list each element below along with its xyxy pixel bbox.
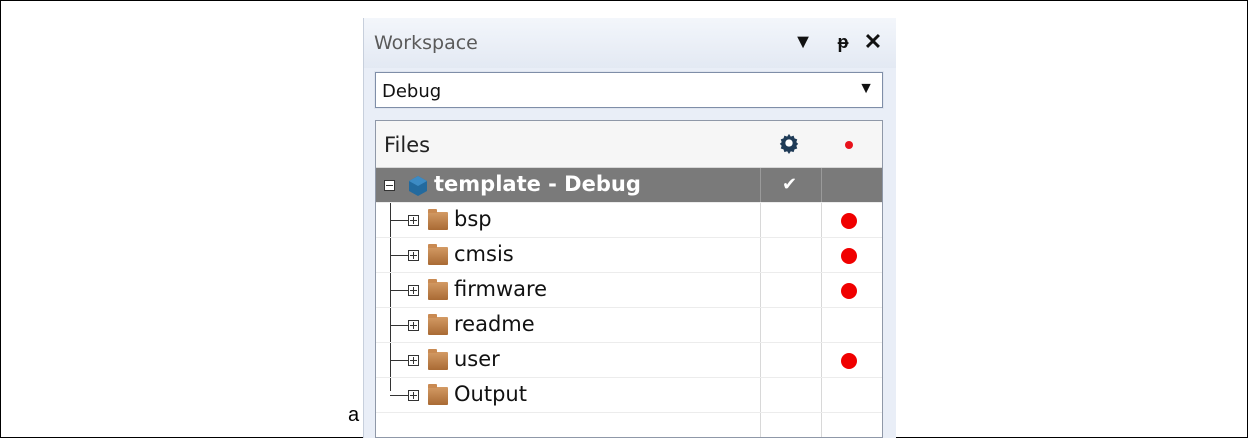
- files-header: Files: [376, 121, 882, 168]
- red-dot-icon[interactable]: [841, 248, 857, 264]
- red-dot-icon[interactable]: [845, 141, 853, 149]
- tree-item-cmsis[interactable]: cmsis: [376, 238, 882, 273]
- tree-line: [390, 290, 408, 291]
- gear-icon[interactable]: [778, 132, 800, 154]
- folder-icon: [428, 279, 448, 300]
- panel-menu-button[interactable]: ▼: [790, 28, 816, 56]
- expand-icon[interactable]: [408, 390, 419, 401]
- tree-item-readme[interactable]: readme: [376, 308, 882, 343]
- project-label: template - Debug: [434, 172, 641, 196]
- tree-item-label: firmware: [454, 277, 548, 301]
- dropdown-arrow-icon[interactable]: ▼: [858, 80, 874, 98]
- folder-icon: [428, 349, 448, 370]
- folder-icon: [428, 314, 448, 335]
- caption-label: a: [348, 404, 360, 426]
- tree-line: [390, 360, 408, 361]
- tree-item-output[interactable]: Output: [376, 378, 882, 413]
- tree-item-label: bsp: [454, 207, 492, 231]
- check-icon[interactable]: ✔: [782, 174, 797, 195]
- close-icon[interactable]: ✕: [860, 28, 886, 56]
- red-dot-icon[interactable]: [841, 213, 857, 229]
- tree-item-label: cmsis: [454, 242, 514, 266]
- expand-icon[interactable]: [408, 215, 419, 226]
- column-separator: [821, 168, 822, 202]
- files-tree: Files template - Debug ✔ bsp cmsis firmw…: [375, 120, 883, 438]
- tree-line: [390, 220, 408, 221]
- tree-line: [390, 255, 408, 256]
- tree-item-firmware[interactable]: firmware: [376, 273, 882, 308]
- configuration-dropdown[interactable]: Debug ▼: [374, 71, 884, 109]
- folder-icon: [428, 209, 448, 230]
- folder-icon: [428, 384, 448, 405]
- workspace-title-bar: Workspace ▼ ᵽ ✕: [364, 18, 896, 68]
- workspace-panel: Workspace ▼ ᵽ ✕ Debug ▼ Files template -…: [363, 18, 896, 438]
- folder-icon: [428, 244, 448, 265]
- files-column-header[interactable]: Files: [384, 133, 430, 157]
- tree-item-user[interactable]: user: [376, 343, 882, 378]
- tree-item-bsp[interactable]: bsp: [376, 203, 882, 238]
- expand-icon[interactable]: [408, 250, 419, 261]
- workspace-title: Workspace: [374, 32, 478, 54]
- expand-icon[interactable]: [408, 320, 419, 331]
- collapse-icon[interactable]: [384, 180, 395, 191]
- tree-line: [390, 395, 408, 396]
- expand-icon[interactable]: [408, 285, 419, 296]
- project-row[interactable]: template - Debug ✔: [376, 168, 882, 203]
- tree-item-label: Output: [454, 382, 527, 406]
- expand-icon[interactable]: [408, 355, 419, 366]
- configuration-value: Debug: [382, 81, 442, 102]
- project-icon: [409, 176, 427, 196]
- red-dot-icon[interactable]: [841, 353, 857, 369]
- tree-line: [390, 325, 408, 326]
- pin-icon[interactable]: ᵽ: [830, 28, 856, 56]
- tree-item-label: readme: [454, 312, 535, 336]
- red-dot-icon[interactable]: [841, 283, 857, 299]
- column-separator: [760, 168, 761, 202]
- tree-item-label: user: [454, 347, 500, 371]
